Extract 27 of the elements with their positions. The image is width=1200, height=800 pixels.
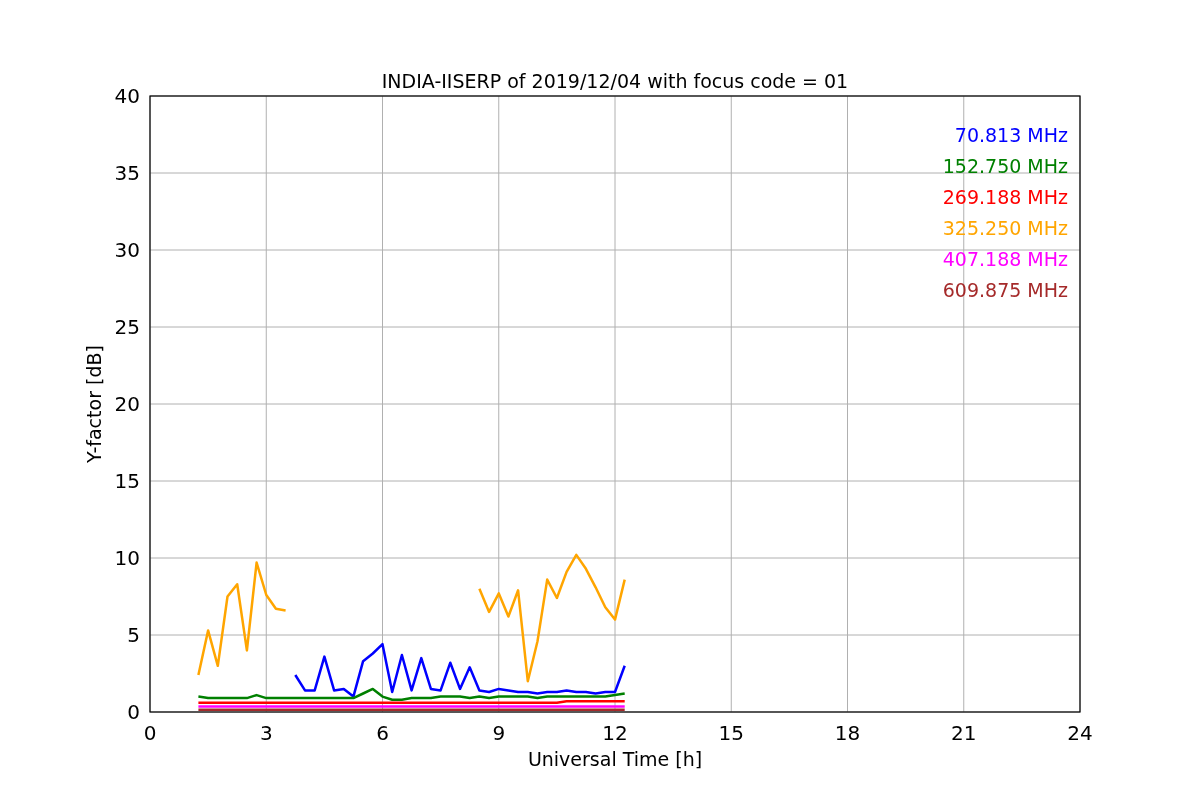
chart-title: INDIA-IISERP of 2019/12/04 with focus code = 01 xyxy=(381,70,849,92)
tick-label: 20 xyxy=(114,392,140,416)
tick-label: 21 xyxy=(951,721,977,745)
legend-label: 269.188 MHz xyxy=(942,186,1068,208)
tick-label: 10 xyxy=(114,546,140,570)
tick-label: 12 xyxy=(602,721,628,745)
tick-label: 25 xyxy=(114,315,140,339)
legend-label: 609.875 MHz xyxy=(942,279,1068,301)
tick-label: 40 xyxy=(114,84,140,108)
legend-label: 407.188 MHz xyxy=(942,248,1068,270)
tick-label: 9 xyxy=(492,721,506,745)
tick-label: 18 xyxy=(834,721,861,745)
tick-label: 35 xyxy=(114,161,140,185)
tick-label: 15 xyxy=(114,469,140,493)
legend-label: 152.750 MHz xyxy=(942,155,1068,177)
tick-label: 24 xyxy=(1067,721,1093,745)
tick-label: 5 xyxy=(127,623,140,647)
tick-label: 6 xyxy=(376,721,389,745)
legend-label: 70.813 MHz xyxy=(954,124,1068,146)
axis-title: Y-factor [dB] xyxy=(83,345,105,463)
tick-label: 3 xyxy=(259,721,273,745)
tick-label: 0 xyxy=(143,721,157,745)
axis-title: Universal Time [h] xyxy=(527,748,703,770)
tick-label: 15 xyxy=(718,721,744,745)
legend-label: 325.250 MHz xyxy=(942,217,1068,239)
tick-label: 0 xyxy=(127,700,140,724)
tick-label: 30 xyxy=(114,238,140,262)
